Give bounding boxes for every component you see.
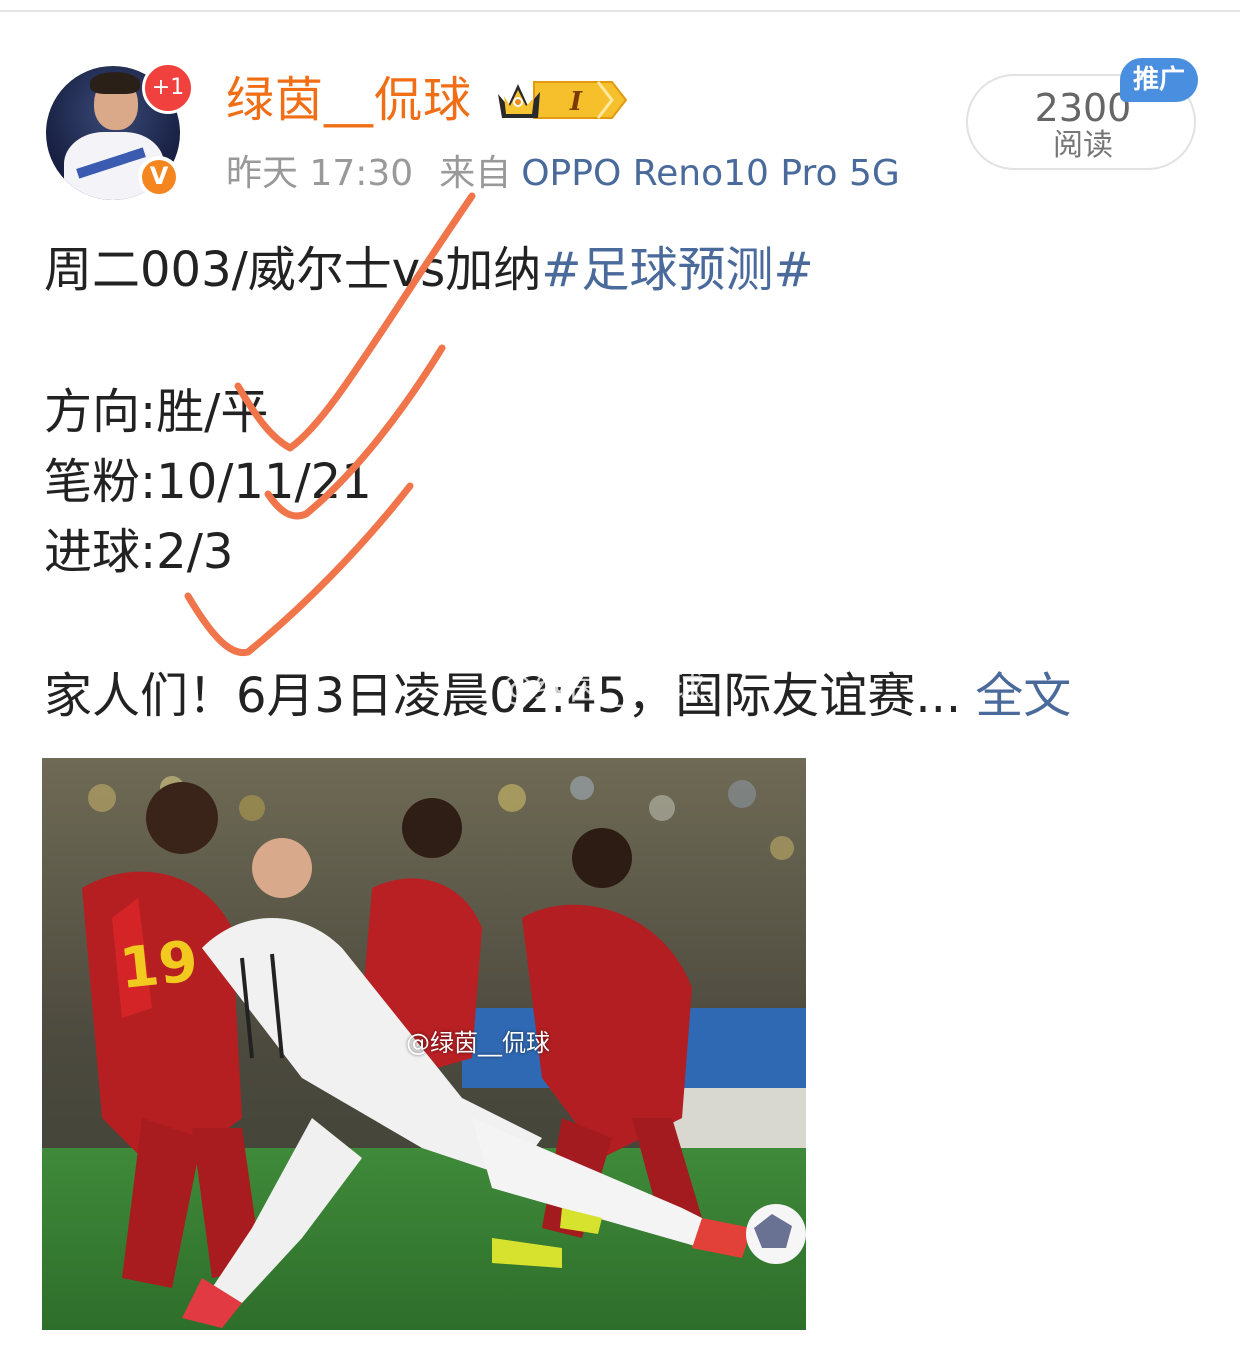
post-meta: 昨天 17:30 来自 OPPO Reno10 Pro 5G (226, 150, 900, 198)
source-device[interactable]: OPPO Reno10 Pro 5G (521, 153, 900, 194)
prediction-pen: 笔粉:10/11/21 (44, 454, 372, 510)
checkmark-1 (234, 192, 476, 452)
fulltext-link[interactable]: 全文 (975, 668, 1071, 724)
text-watermark: @绿茵__侃球 (500, 668, 704, 708)
image-watermark: @绿茵__侃球 (406, 1029, 550, 1057)
verified-v-icon: V (138, 156, 180, 198)
vip-level: I (569, 87, 583, 117)
soccer-ball (746, 1204, 806, 1264)
prediction-direction: 方向:胜/平 (44, 384, 269, 440)
vip-crown-badge[interactable]: I (494, 76, 628, 124)
author-username[interactable]: 绿茵__侃球 (226, 70, 472, 130)
top-divider (0, 10, 1240, 12)
post-title: 周二003/威尔士vs加纳 (44, 242, 542, 298)
prediction-goals: 进球:2/3 (44, 524, 234, 580)
promo-tag[interactable]: 推广 (1120, 58, 1198, 102)
reads-label: 阅读 (1053, 128, 1113, 163)
new-badge: +1 (142, 62, 194, 114)
post-time: 昨天 17:30 (226, 153, 414, 194)
source-label: 来自 (439, 153, 512, 194)
post-title-line: 周二003/威尔士vs加纳#足球预测# (44, 240, 814, 300)
hashtag-link[interactable]: #足球预测# (541, 242, 813, 298)
jersey-number: 19 (117, 929, 201, 1002)
